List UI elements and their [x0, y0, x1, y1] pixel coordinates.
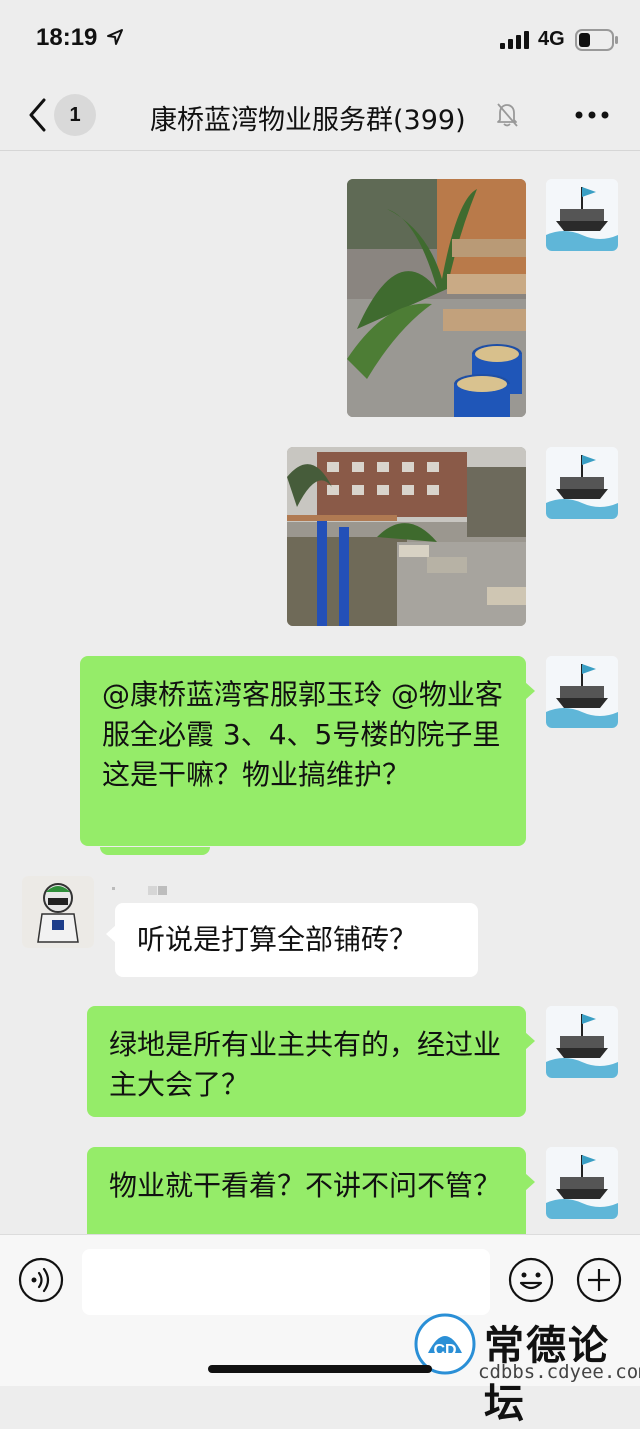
- message-bubble-self[interactable]: @康桥蓝湾客服郭玉玲 @物业客服全必霞 3、4、5号楼的院子里这是干嘛？物业搞维…: [80, 656, 535, 846]
- message-text: @康桥蓝湾客服郭玉玲 @物业客服全必霞 3、4、5号楼的院子里这是干嘛？物业搞维…: [102, 678, 503, 791]
- network-type: 4G: [538, 28, 565, 50]
- image-message-courtyard[interactable]: [287, 447, 526, 626]
- message-bubble-other[interactable]: 听说是打算全部铺砖？: [106, 903, 478, 977]
- self-avatar[interactable]: [546, 1006, 618, 1078]
- chat-title: 康桥蓝湾物业服务群(399): [150, 105, 466, 136]
- member-avatar[interactable]: [22, 876, 94, 948]
- battery-icon: [575, 29, 618, 51]
- message-input[interactable]: [82, 1249, 490, 1315]
- emoji-icon[interactable]: [508, 1257, 554, 1303]
- message-bubble-self[interactable]: 绿地是所有业主共有的，经过业主大会了？: [87, 1006, 535, 1117]
- self-avatar[interactable]: [546, 1147, 618, 1219]
- add-icon[interactable]: [576, 1257, 622, 1303]
- status-time: 18:19: [36, 24, 98, 51]
- message-text: 绿地是所有业主共有的，经过业主大会了？: [109, 1028, 502, 1101]
- image-message-plants[interactable]: [347, 179, 526, 417]
- self-avatar[interactable]: [546, 447, 618, 519]
- message-bubble-self[interactable]: 物业就干看着？不讲不问不管？: [87, 1147, 535, 1234]
- chat-header: 1 康桥蓝湾物业服务群(399): [0, 80, 640, 151]
- location-arrow-icon: [107, 29, 123, 45]
- member-name-placeholder: [112, 886, 167, 895]
- message-list[interactable]: @康桥蓝湾客服郭玉玲 @物业客服全必霞 3、4、5号楼的院子里这是干嘛？物业搞维…: [0, 151, 640, 1234]
- message-text: 物业就干看着？不讲不问不管？: [109, 1169, 502, 1202]
- self-avatar[interactable]: [546, 656, 618, 728]
- back-chevron-icon[interactable]: [26, 96, 50, 134]
- svg-text:CD: CD: [433, 1342, 456, 1359]
- unread-count-badge[interactable]: 1: [54, 94, 96, 136]
- self-avatar[interactable]: [546, 179, 618, 251]
- home-indicator: [208, 1365, 432, 1373]
- watermark-url: cdbbs.cdyee.com: [478, 1361, 640, 1383]
- signal-icon: [500, 31, 529, 49]
- mention-tab: [100, 847, 210, 855]
- chat-input-bar: CD 常德论坛 cdbbs.cdyee.com: [0, 1234, 640, 1427]
- more-dots-icon[interactable]: [574, 110, 610, 120]
- voice-icon[interactable]: [18, 1257, 64, 1303]
- message-text: 听说是打算全部铺砖？: [137, 923, 418, 956]
- mute-bell-icon: [497, 103, 518, 127]
- status-bar: 18:19 4G: [0, 0, 640, 80]
